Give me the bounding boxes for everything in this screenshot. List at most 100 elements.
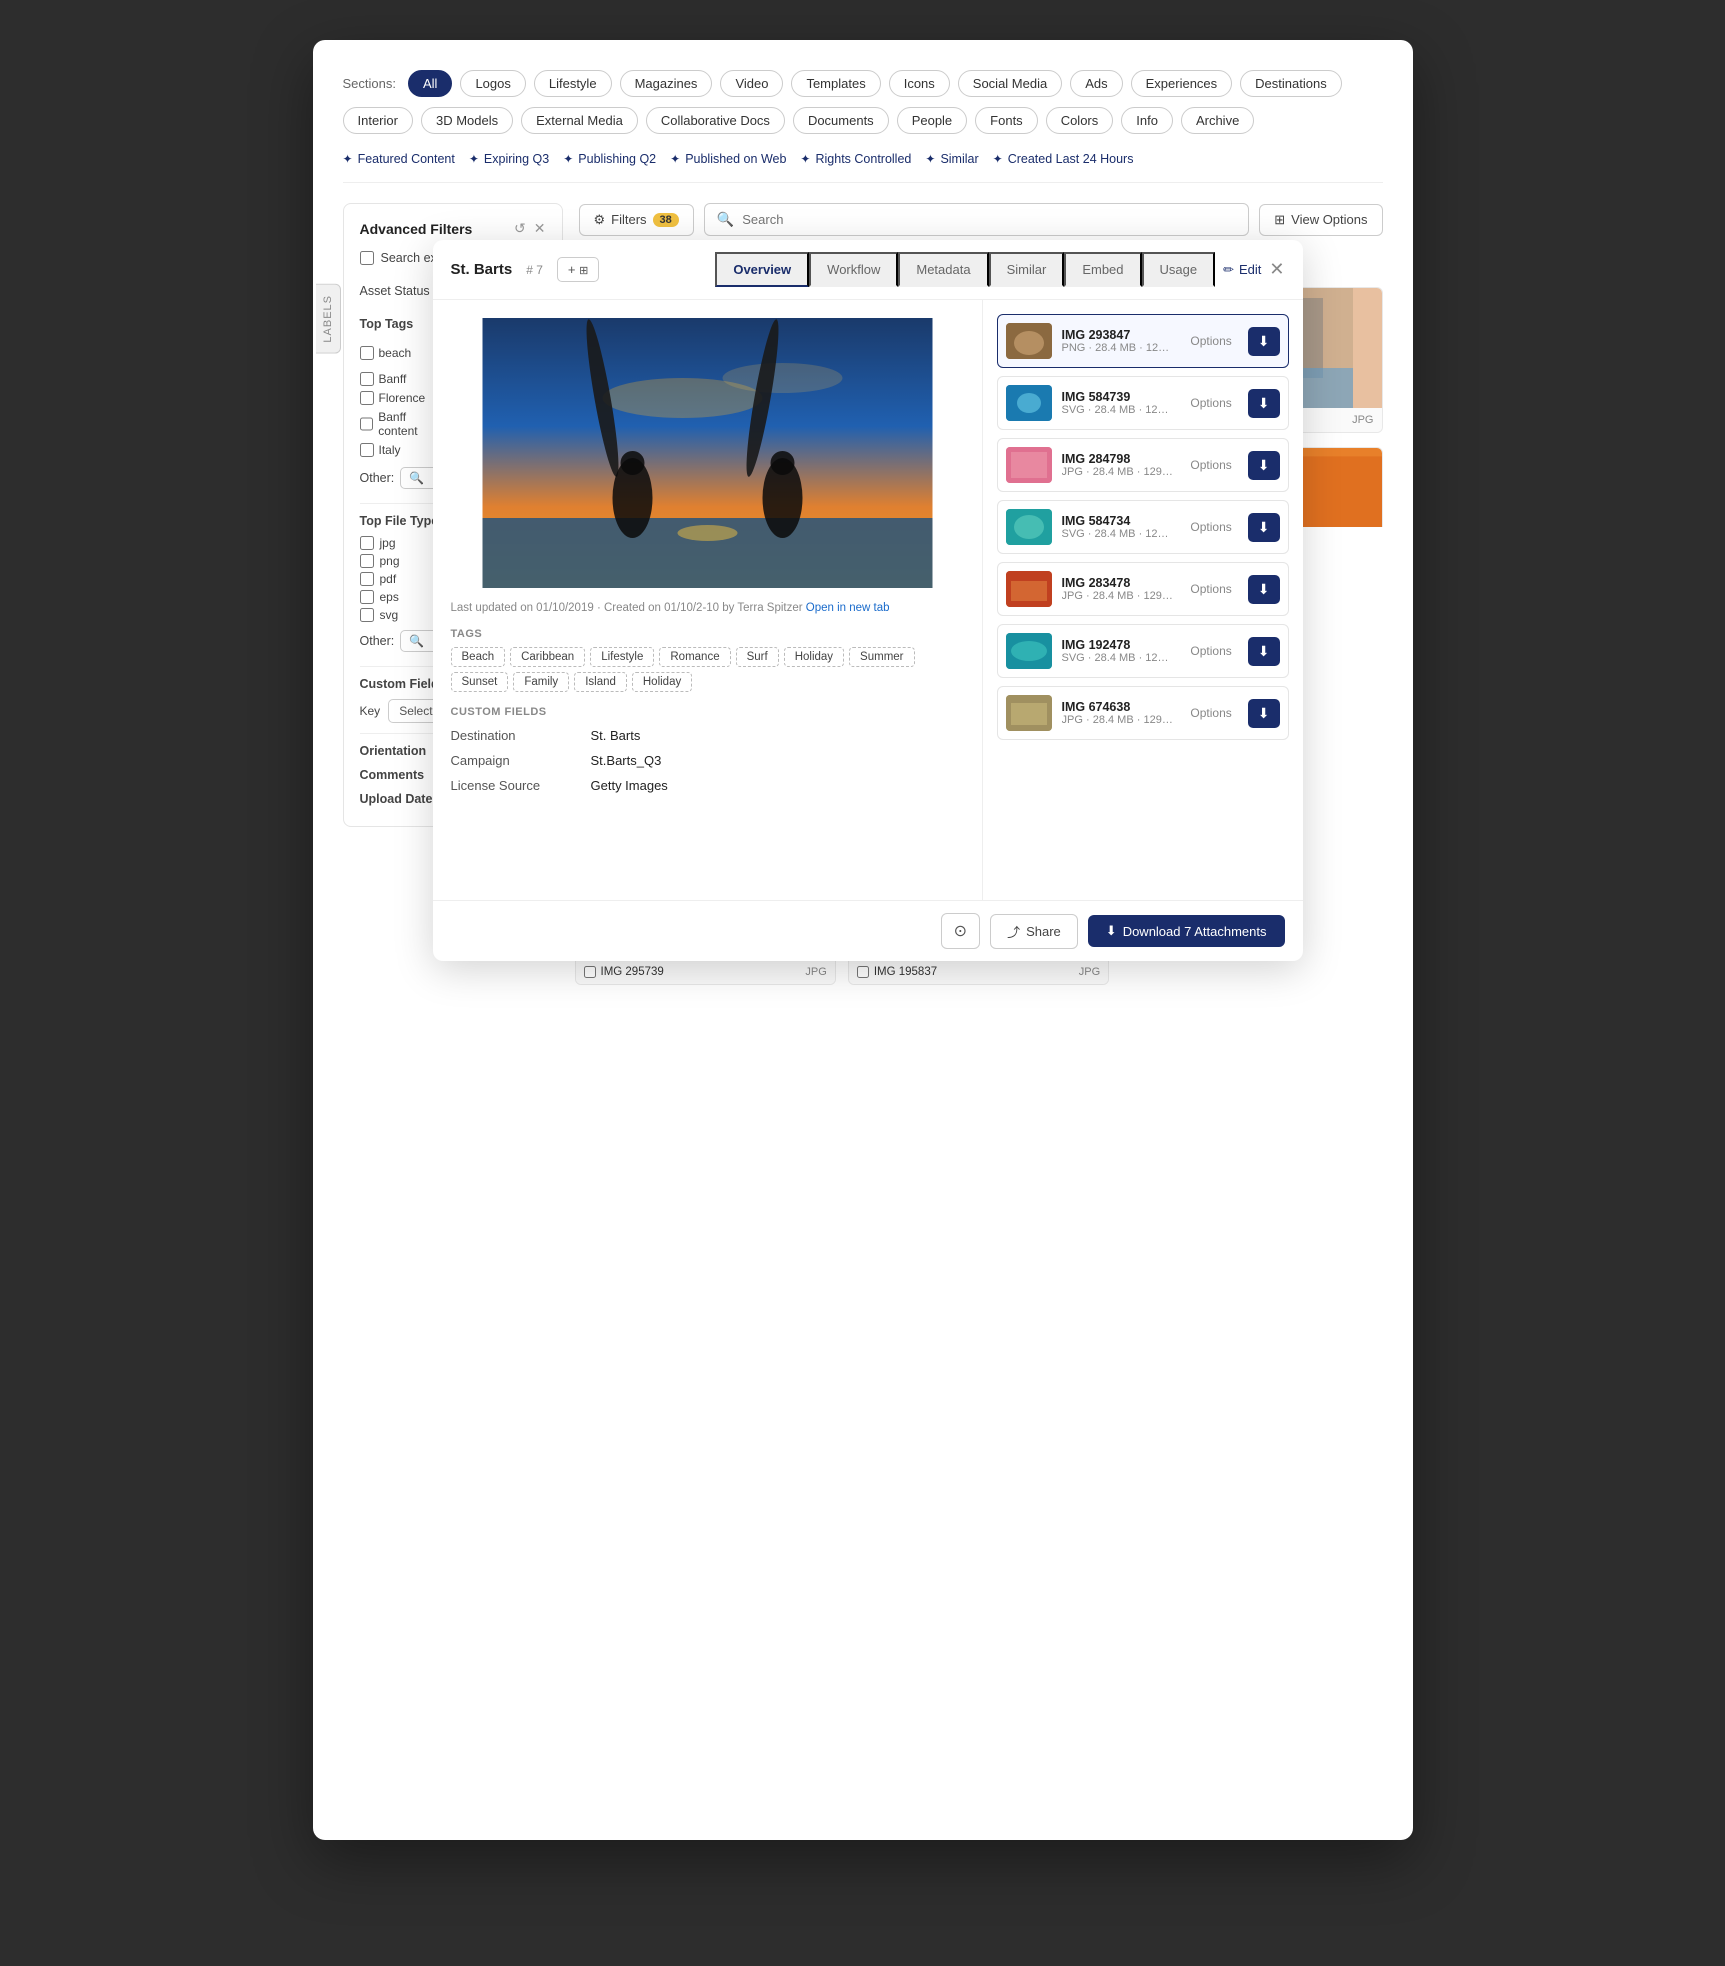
- tag-chip-romance[interactable]: Romance: [659, 647, 730, 667]
- section-btn-colors[interactable]: Colors: [1046, 107, 1114, 134]
- search-exact-checkbox[interactable]: [360, 251, 374, 265]
- cf-value-campaign: St.Barts_Q3: [591, 753, 662, 768]
- section-btn-video[interactable]: Video: [720, 70, 783, 97]
- asset-row-584734: IMG 584734 SVG · 28.4 MB · 1297 × 531...…: [997, 500, 1289, 554]
- tag-chip-holiday2[interactable]: Holiday: [632, 672, 692, 692]
- asset-download-btn-284798[interactable]: ⬇: [1248, 451, 1280, 480]
- tag-chip-summer[interactable]: Summer: [849, 647, 914, 667]
- modal-tab-workflow[interactable]: Workflow: [809, 252, 898, 287]
- quick-filter-created-24h[interactable]: ✦ Created Last 24 Hours: [993, 152, 1134, 166]
- open-in-new-tab-link[interactable]: Open in new tab: [806, 602, 890, 614]
- tag-chip-sunset[interactable]: Sunset: [451, 672, 509, 692]
- section-btn-lifestyle[interactable]: Lifestyle: [534, 70, 612, 97]
- quick-filter-publishing-q2[interactable]: ✦ Publishing Q2: [563, 152, 656, 166]
- section-btn-experiences[interactable]: Experiences: [1131, 70, 1233, 97]
- asset-options-btn-284798[interactable]: Options: [1184, 456, 1237, 474]
- section-btn-ads[interactable]: Ads: [1070, 70, 1122, 97]
- modal-edit-btn[interactable]: ✏ Edit: [1223, 262, 1261, 278]
- section-btn-info[interactable]: Info: [1121, 107, 1173, 134]
- asset-options-btn-584734[interactable]: Options: [1184, 518, 1237, 536]
- tag-chip-beach[interactable]: Beach: [451, 647, 506, 667]
- asset-thumb-674638: [1006, 695, 1052, 731]
- share-button[interactable]: ⤴ Share: [990, 914, 1078, 949]
- tag-chip-holiday[interactable]: Holiday: [784, 647, 844, 667]
- file-type-pdf-checkbox[interactable]: [360, 572, 374, 586]
- tag-banff-content-checkbox[interactable]: [360, 417, 374, 431]
- asset-thumb-584734: [1006, 509, 1052, 545]
- asset-options-btn-674638[interactable]: Options: [1184, 704, 1237, 722]
- asset-options-btn-192478[interactable]: Options: [1184, 642, 1237, 660]
- asset-options-btn-283478[interactable]: Options: [1184, 580, 1237, 598]
- sections-row-2: Interior 3D Models External Media Collab…: [343, 107, 1383, 134]
- tag-chip-caribbean[interactable]: Caribbean: [510, 647, 585, 667]
- quick-filter-similar[interactable]: ✦ Similar: [925, 152, 978, 166]
- modal-tabs: Overview Workflow Metadata Similar Embed…: [715, 252, 1284, 287]
- modal-tab-overview[interactable]: Overview: [715, 252, 809, 287]
- sidebar-refresh-btn[interactable]: ↺: [514, 220, 526, 237]
- section-btn-documents[interactable]: Documents: [793, 107, 889, 134]
- modal-tab-usage[interactable]: Usage: [1142, 252, 1216, 287]
- tag-chip-family[interactable]: Family: [513, 672, 569, 692]
- tag-chip-island[interactable]: Island: [574, 672, 627, 692]
- tag-beach-checkbox[interactable]: [360, 346, 374, 360]
- tag-chip-surf[interactable]: Surf: [736, 647, 779, 667]
- section-btn-icons[interactable]: Icons: [889, 70, 950, 97]
- asset-download-btn-584739[interactable]: ⬇: [1248, 389, 1280, 418]
- section-btn-social-media[interactable]: Social Media: [958, 70, 1062, 97]
- view-options-button[interactable]: ⊞ View Options: [1259, 204, 1382, 236]
- section-btn-fonts[interactable]: Fonts: [975, 107, 1038, 134]
- asset-info-192478: IMG 192478 SVG · 28.4 MB · 1297 × 531...: [1062, 638, 1175, 664]
- section-btn-templates[interactable]: Templates: [791, 70, 880, 97]
- modal-tab-metadata[interactable]: Metadata: [898, 252, 988, 287]
- section-btn-magazines[interactable]: Magazines: [620, 70, 713, 97]
- cf-value-license: Getty Images: [591, 778, 668, 793]
- modal-title: St. Barts: [451, 261, 513, 278]
- section-btn-destinations[interactable]: Destinations: [1240, 70, 1342, 97]
- sections-row-1: Sections: All Logos Lifestyle Magazines …: [343, 70, 1383, 97]
- section-btn-collaborative-docs[interactable]: Collaborative Docs: [646, 107, 785, 134]
- modal-tab-embed[interactable]: Embed: [1064, 252, 1141, 287]
- file-type-png-checkbox[interactable]: [360, 554, 374, 568]
- section-btn-people[interactable]: People: [897, 107, 967, 134]
- quick-filter-featured[interactable]: ✦ Featured Content: [343, 152, 455, 166]
- asset-options-btn-584739[interactable]: Options: [1184, 394, 1237, 412]
- section-btn-external-media[interactable]: External Media: [521, 107, 638, 134]
- footer-settings-btn[interactable]: ⊙: [941, 913, 980, 949]
- section-btn-archive[interactable]: Archive: [1181, 107, 1254, 134]
- file-type-jpg-checkbox[interactable]: [360, 536, 374, 550]
- asset-meta-584734: SVG · 28.4 MB · 1297 × 531...: [1062, 528, 1175, 540]
- modal-add-btn[interactable]: + ⊞: [557, 257, 599, 282]
- asset-meta-293847: PNG · 28.4 MB · 1297 × 531...: [1062, 342, 1175, 354]
- quick-filter-expiring-q3[interactable]: ✦ Expiring Q3: [469, 152, 549, 166]
- asset-download-btn-584734[interactable]: ⬇: [1248, 513, 1280, 542]
- modal-close-btn[interactable]: ✕: [1269, 259, 1284, 280]
- section-btn-interior[interactable]: Interior: [343, 107, 413, 134]
- modal-tab-similar[interactable]: Similar: [989, 252, 1065, 287]
- download-all-button[interactable]: ⬇ Download 7 Attachments: [1088, 915, 1285, 947]
- section-btn-logos[interactable]: Logos: [460, 70, 525, 97]
- asset-options-btn-293847[interactable]: Options: [1184, 332, 1237, 350]
- cf-key-destination: Destination: [451, 728, 591, 743]
- labels-tab[interactable]: LABELS: [316, 284, 341, 354]
- modal-main-image: [451, 318, 964, 588]
- quick-filter-published-web[interactable]: ✦ Published on Web: [670, 152, 786, 166]
- asset-download-btn-293847[interactable]: ⬇: [1248, 327, 1280, 356]
- asset-download-btn-192478[interactable]: ⬇: [1248, 637, 1280, 666]
- tag-florence-checkbox[interactable]: [360, 391, 374, 405]
- search-input[interactable]: [742, 212, 1236, 227]
- section-btn-3d-models[interactable]: 3D Models: [421, 107, 513, 134]
- asset-row-584739: IMG 584739 SVG · 28.4 MB · 1297 × 531...…: [997, 376, 1289, 430]
- asset-download-btn-283478[interactable]: ⬇: [1248, 575, 1280, 604]
- asset-download-btn-674638[interactable]: ⬇: [1248, 699, 1280, 728]
- tag-banff-checkbox[interactable]: [360, 372, 374, 386]
- file-type-eps-checkbox[interactable]: [360, 590, 374, 604]
- quick-filter-rights[interactable]: ✦ Rights Controlled: [800, 152, 911, 166]
- plus-icon: +: [568, 262, 576, 277]
- tag-italy-checkbox[interactable]: [360, 443, 374, 457]
- filters-button[interactable]: ⚙ Filters 38: [579, 204, 694, 236]
- add-icon-box: ⊞: [579, 265, 588, 277]
- sidebar-close-btn[interactable]: ✕: [534, 220, 546, 237]
- tag-chip-lifestyle[interactable]: Lifestyle: [590, 647, 654, 667]
- file-type-svg-checkbox[interactable]: [360, 608, 374, 622]
- section-btn-all[interactable]: All: [408, 70, 452, 97]
